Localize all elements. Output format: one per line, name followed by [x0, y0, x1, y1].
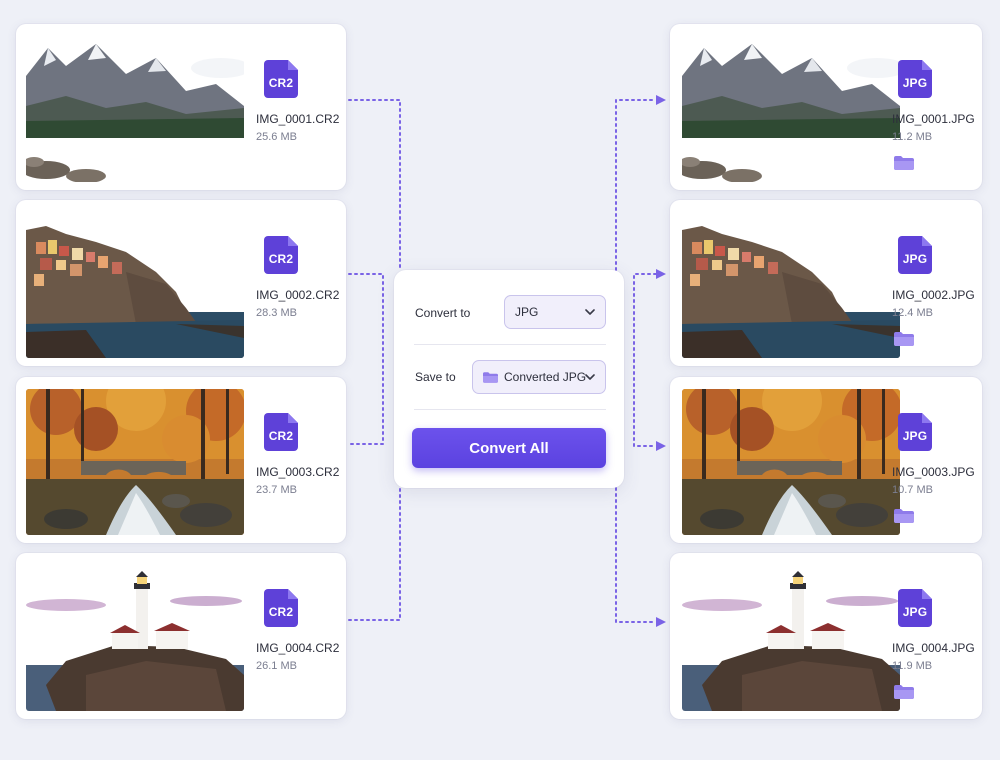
- file-size: 23.7 MB: [256, 484, 297, 496]
- image-thumbnail: [682, 389, 900, 535]
- arrow-right-icon: [656, 617, 666, 627]
- connector-line: [633, 273, 657, 447]
- file-name: IMG_0004.CR2: [256, 641, 340, 655]
- file-name: IMG_0004.JPG: [892, 641, 975, 655]
- file-name: IMG_0001.CR2: [256, 112, 340, 126]
- file-type-badge: CR2: [268, 252, 294, 266]
- file-name: IMG_0002.JPG: [892, 288, 975, 302]
- destination-folder-select[interactable]: Converted JPG: [472, 360, 606, 394]
- divider: [414, 344, 606, 345]
- file-name: IMG_0002.CR2: [256, 288, 340, 302]
- connector-line: [348, 99, 401, 271]
- divider: [414, 409, 606, 410]
- image-thumbnail: [26, 389, 244, 535]
- open-folder-icon[interactable]: [894, 509, 914, 523]
- output-file-card[interactable]: JPG IMG_0001.JPG 11.2 MB: [670, 24, 982, 190]
- file-icon: CR2: [264, 236, 298, 274]
- source-file-card[interactable]: CR2 IMG_0001.CR2 25.6 MB: [16, 24, 346, 190]
- open-folder-icon[interactable]: [894, 332, 914, 346]
- file-name: IMG_0001.JPG: [892, 112, 975, 126]
- file-type-badge: JPG: [902, 605, 928, 619]
- file-type-badge: CR2: [268, 429, 294, 443]
- file-icon: JPG: [898, 589, 932, 627]
- file-type-badge: JPG: [902, 76, 928, 90]
- source-file-card[interactable]: CR2 IMG_0003.CR2 23.7 MB: [16, 377, 346, 543]
- chevron-down-icon: [585, 374, 595, 380]
- file-icon: JPG: [898, 60, 932, 98]
- folder-icon: [483, 371, 498, 383]
- convert-all-button[interactable]: Convert All: [412, 428, 606, 468]
- file-type-badge: JPG: [902, 429, 928, 443]
- image-thumbnail: [682, 212, 900, 358]
- file-icon: CR2: [264, 589, 298, 627]
- format-select-value: JPG: [515, 305, 539, 319]
- file-size: 12.4 MB: [892, 307, 933, 319]
- connector-line: [615, 99, 657, 271]
- arrow-right-icon: [656, 441, 666, 451]
- file-type-badge: CR2: [268, 76, 294, 90]
- file-size: 11.9 MB: [892, 660, 933, 672]
- file-name: IMG_0003.JPG: [892, 465, 975, 479]
- file-icon: CR2: [264, 60, 298, 98]
- image-thumbnail: [682, 565, 900, 711]
- connector-line: [348, 487, 401, 621]
- file-icon: CR2: [264, 413, 298, 451]
- output-file-card[interactable]: JPG IMG_0004.JPG 11.9 MB: [670, 553, 982, 719]
- arrow-right-icon: [656, 269, 666, 279]
- file-size: 28.3 MB: [256, 307, 297, 319]
- file-size: 11.2 MB: [892, 131, 933, 143]
- file-type-badge: JPG: [902, 252, 928, 266]
- connector-line: [348, 273, 384, 445]
- file-icon: JPG: [898, 413, 932, 451]
- source-file-card[interactable]: CR2 IMG_0004.CR2 26.1 MB: [16, 553, 346, 719]
- image-thumbnail: [26, 212, 244, 358]
- open-folder-icon[interactable]: [894, 685, 914, 699]
- convert-to-label: Convert to: [415, 306, 471, 320]
- file-size: 10.7 MB: [892, 484, 933, 496]
- save-to-label: Save to: [415, 370, 456, 384]
- image-thumbnail: [26, 36, 244, 182]
- file-name: IMG_0003.CR2: [256, 465, 340, 479]
- file-size: 26.1 MB: [256, 660, 297, 672]
- output-file-card[interactable]: JPG IMG_0002.JPG 12.4 MB: [670, 200, 982, 366]
- format-select[interactable]: JPG: [504, 295, 606, 329]
- file-icon: JPG: [898, 236, 932, 274]
- image-thumbnail: [682, 36, 900, 182]
- file-size: 25.6 MB: [256, 131, 297, 143]
- arrow-right-icon: [656, 95, 666, 105]
- file-type-badge: CR2: [268, 605, 294, 619]
- image-thumbnail: [26, 565, 244, 711]
- destination-folder-value: Converted JPG: [504, 370, 587, 384]
- chevron-down-icon: [585, 309, 595, 315]
- conversion-panel: Convert to JPG Save to Converted JPG Con…: [394, 270, 624, 488]
- source-file-card[interactable]: CR2 IMG_0002.CR2 28.3 MB: [16, 200, 346, 366]
- open-folder-icon[interactable]: [894, 156, 914, 170]
- connector-line: [615, 487, 657, 623]
- output-file-card[interactable]: JPG IMG_0003.JPG 10.7 MB: [670, 377, 982, 543]
